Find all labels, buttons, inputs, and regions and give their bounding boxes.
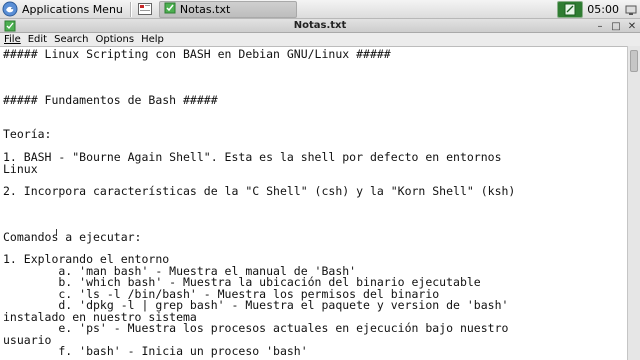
- editor-line: Teoría:: [3, 127, 52, 141]
- mouse-cursor-icon: I: [55, 228, 58, 239]
- taskbar-item-notas[interactable]: Notas.txt: [158, 0, 297, 18]
- editor-line: e. 'ps' - Muestra los procesos actuales …: [3, 321, 509, 335]
- menubar: File Edit Search Options Help: [0, 33, 640, 46]
- applications-menu-label: Applications Menu: [22, 2, 123, 16]
- menu-file[interactable]: File: [4, 33, 21, 46]
- top-panel: Applications Menu Notas.txt 05:00: [0, 0, 640, 19]
- text-editor-icon: [164, 2, 176, 17]
- editor-line: 1. BASH - "Bourne Again Shell". Esta es …: [3, 150, 502, 164]
- close-icon[interactable]: ✕: [626, 20, 638, 32]
- minimize-icon[interactable]: –: [594, 20, 606, 32]
- maximize-icon[interactable]: □: [610, 20, 622, 32]
- terminal-launcher-icon[interactable]: [137, 1, 153, 17]
- editor-line: Comandos a ejecutar:: [3, 230, 142, 244]
- window-titlebar[interactable]: Notas.txt – □ ✕: [0, 19, 640, 33]
- text-editor-area[interactable]: ##### Linux Scripting con BASH en Debian…: [0, 46, 627, 360]
- vertical-scrollbar[interactable]: [627, 46, 640, 360]
- menu-edit[interactable]: Edit: [28, 33, 47, 46]
- editor-line: ##### Fundamentos de Bash #####: [3, 93, 218, 107]
- menu-search[interactable]: Search: [54, 33, 88, 46]
- applications-menu-button[interactable]: Applications Menu: [0, 0, 127, 19]
- panel-separator: [129, 1, 132, 17]
- clock[interactable]: 05:00: [587, 3, 619, 16]
- window-title: Notas.txt: [293, 20, 347, 31]
- menu-help[interactable]: Help: [141, 33, 164, 46]
- editor-line: 2. Incorpora características de la "C Sh…: [3, 184, 516, 198]
- editor-line: f. 'bash' - Inicia un proceso 'bash': [3, 344, 308, 358]
- scrollbar-thumb[interactable]: [630, 50, 638, 72]
- xfce-logo-icon: [2, 1, 18, 17]
- network-icon[interactable]: [624, 3, 638, 17]
- taskbar-item-label: Notas.txt: [179, 2, 231, 16]
- notes-tray-icon[interactable]: [557, 1, 584, 18]
- editor-line: ##### Linux Scripting con BASH en Debian…: [3, 47, 391, 61]
- menu-options[interactable]: Options: [95, 33, 134, 46]
- editor-line: Linux: [3, 162, 38, 176]
